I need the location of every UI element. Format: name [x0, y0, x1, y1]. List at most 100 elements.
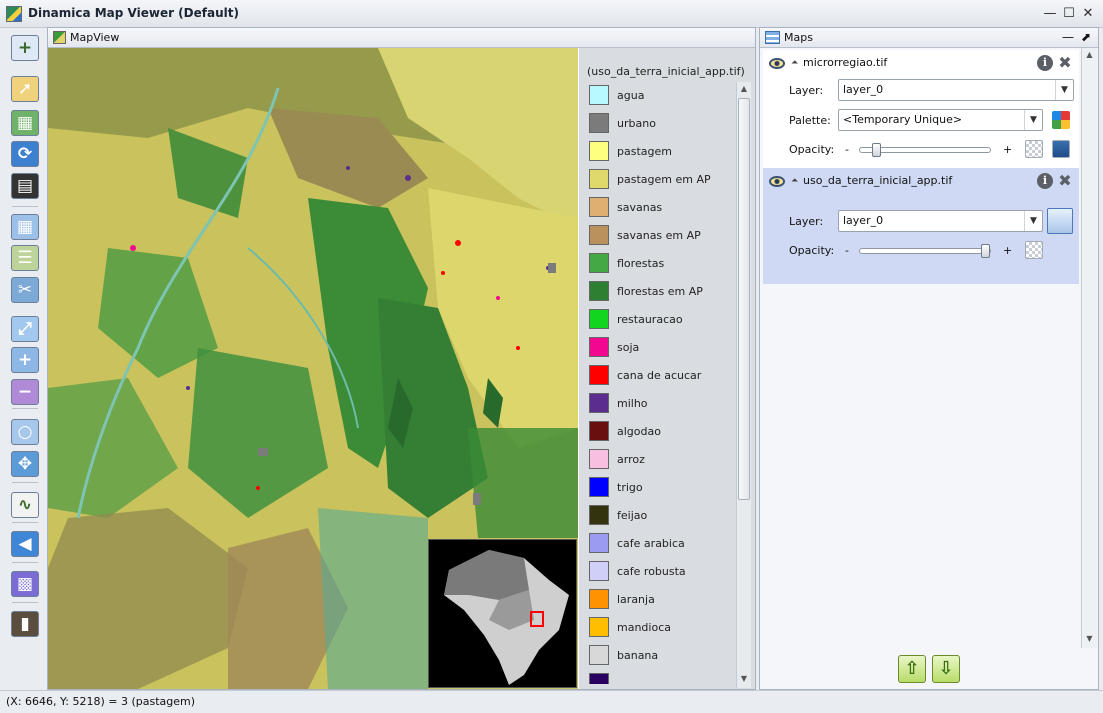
- legend-icon: ☰: [11, 245, 39, 271]
- palette-select[interactable]: <Temporary Unique> ▼: [838, 109, 1043, 131]
- legend-button[interactable]: ☰: [8, 242, 42, 274]
- layer-config-icon[interactable]: [1047, 208, 1073, 234]
- legend-item: [589, 672, 617, 684]
- panel-restore-button[interactable]: ⬈: [1078, 29, 1094, 45]
- opacity-label: Opacity:: [789, 244, 835, 257]
- new-map-button[interactable]: +: [8, 32, 42, 64]
- legend-swatch: [589, 253, 609, 273]
- graph-button[interactable]: ∿: [8, 489, 42, 521]
- scroll-up-arrow-icon[interactable]: ▲: [1082, 48, 1097, 62]
- legend-item: algodao: [589, 420, 661, 442]
- legend-item: laranja: [589, 588, 655, 610]
- opacity-increase[interactable]: +: [1003, 244, 1012, 257]
- tools-button[interactable]: ✂: [8, 274, 42, 306]
- mapview-title: MapView: [70, 31, 120, 44]
- palette-editor-icon[interactable]: [1052, 111, 1070, 129]
- move-layer-down-button[interactable]: ⇩: [932, 655, 960, 683]
- opacity-slider[interactable]: [859, 244, 991, 258]
- legend-item: savanas em AP: [589, 224, 701, 246]
- legend-swatch: [589, 85, 609, 105]
- pan-button[interactable]: ✥: [8, 448, 42, 480]
- legend-item: soja: [589, 336, 639, 358]
- zoom-extent-button[interactable]: ⤢: [8, 313, 42, 345]
- back-button[interactable]: ◀: [8, 528, 42, 560]
- layer-select[interactable]: layer_0 ▼: [838, 210, 1043, 232]
- legend-item: cafe arabica: [589, 532, 685, 554]
- legend-label: cana de acucar: [617, 368, 702, 382]
- histogram-icon[interactable]: [1052, 140, 1070, 158]
- legend-list: agua urbano pastagem pastagem em AP savanas s…: [585, 84, 735, 684]
- legend-label: feijao: [617, 508, 648, 522]
- legend-label: pastagem: [617, 144, 672, 158]
- open-map-button[interactable]: ➚: [8, 73, 42, 105]
- opacity-decrease[interactable]: -: [845, 143, 849, 156]
- opacity-decrease[interactable]: -: [845, 244, 849, 257]
- layer-label: Layer:: [789, 84, 824, 97]
- scroll-down-arrow-icon[interactable]: ▼: [737, 672, 751, 686]
- layer-file-name: uso_da_terra_inicial_app.tif: [803, 174, 953, 187]
- zoom-tool-button[interactable]: ○: [8, 416, 42, 448]
- zoom-out-button[interactable]: −: [8, 376, 42, 408]
- legend-label: savanas: [617, 200, 663, 214]
- legend-swatch: [589, 589, 609, 609]
- transparency-icon[interactable]: [1025, 140, 1043, 158]
- legend-item: arroz: [589, 448, 645, 470]
- exit-button[interactable]: ▮: [8, 608, 42, 640]
- grid-button[interactable]: ▦: [8, 211, 42, 243]
- exit-icon: ▮: [11, 611, 39, 637]
- chevron-down-icon: ▼: [1024, 211, 1042, 231]
- legend-item: savanas: [589, 196, 662, 218]
- opacity-increase[interactable]: +: [1003, 143, 1012, 156]
- remove-layer-icon[interactable]: ✖: [1057, 55, 1073, 71]
- opacity-slider-knob[interactable]: [872, 143, 881, 157]
- app-icon: [6, 6, 22, 22]
- scroll-up-arrow-icon[interactable]: ▲: [737, 82, 751, 96]
- transparency-icon[interactable]: [1025, 241, 1043, 259]
- legend-label: florestas em AP: [617, 284, 703, 298]
- legend-item: banana: [589, 644, 658, 666]
- panel-minimize-button[interactable]: —: [1060, 29, 1076, 45]
- info-icon[interactable]: i: [1037, 173, 1053, 189]
- visibility-eye-icon[interactable]: [769, 176, 785, 187]
- collapse-arrow-icon[interactable]: ⏶: [791, 58, 798, 68]
- back-icon: ◀: [11, 531, 39, 557]
- legend-scrollbar[interactable]: ▲ ▼: [736, 82, 751, 688]
- legend-label: milho: [617, 396, 648, 410]
- legend-label: pastagem em AP: [617, 172, 711, 186]
- collapse-arrow-icon[interactable]: ⏶: [791, 176, 798, 186]
- map-properties-button[interactable]: ▦: [8, 107, 42, 139]
- minimize-button[interactable]: —: [1041, 5, 1059, 23]
- move-layer-up-button[interactable]: ⇧: [898, 655, 926, 683]
- overview-inset[interactable]: [428, 539, 577, 688]
- toolbar-separator: [12, 602, 38, 603]
- opacity-slider-knob[interactable]: [981, 244, 990, 258]
- refresh-icon: ⟳: [11, 141, 39, 167]
- legend-swatch: [589, 281, 609, 301]
- close-window-button[interactable]: ✕: [1079, 5, 1097, 23]
- scroll-down-arrow-icon[interactable]: ▼: [1082, 632, 1097, 646]
- legend-swatch: [589, 505, 609, 525]
- legend-panel: (uso_da_terra_inicial_app.tif) agua urban…: [579, 48, 755, 689]
- animation-button[interactable]: ▤: [8, 170, 42, 202]
- legend-swatch: [589, 365, 609, 385]
- mapview-header: MapView: [48, 28, 755, 48]
- palette-button[interactable]: ▩: [8, 568, 42, 600]
- maximize-button[interactable]: ☐: [1060, 5, 1078, 23]
- visibility-eye-icon[interactable]: [769, 58, 785, 69]
- legend-item: florestas em AP: [589, 280, 703, 302]
- scroll-thumb[interactable]: [738, 98, 750, 500]
- layer-select[interactable]: layer_0 ▼: [838, 79, 1074, 101]
- maps-scrollbar[interactable]: ▲ ▼: [1081, 48, 1097, 648]
- legend-item: cafe robusta: [589, 560, 686, 582]
- info-icon[interactable]: i: [1037, 55, 1053, 71]
- refresh-button[interactable]: ⟳: [8, 138, 42, 170]
- opacity-slider[interactable]: [859, 143, 991, 157]
- remove-layer-icon[interactable]: ✖: [1057, 173, 1073, 189]
- zoom-in-button[interactable]: +: [8, 344, 42, 376]
- map-canvas[interactable]: [48, 48, 578, 689]
- overview-map: [444, 550, 569, 685]
- layers-icon: [765, 31, 780, 44]
- zoom-in-icon: +: [11, 347, 39, 373]
- legend-swatch: [589, 309, 609, 329]
- zoom-out-icon: −: [11, 379, 39, 405]
